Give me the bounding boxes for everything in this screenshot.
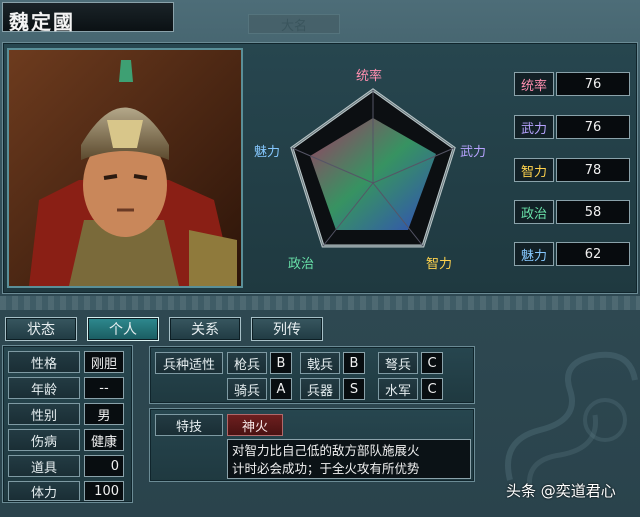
skill-description-line-1: 对智力比自己低的敌方部队施展火 — [232, 443, 420, 458]
general-name: 魏定國 — [9, 10, 75, 34]
portrait — [9, 50, 241, 286]
aptitude-grade-crossbow: C — [421, 352, 443, 374]
personal-label-personality: 性格 — [8, 351, 80, 373]
personal-label-age: 年龄 — [8, 377, 80, 399]
stat-value-intellect: 78 — [556, 158, 630, 182]
stat-value-command: 76 — [556, 72, 630, 96]
watermark: 头条 @奕道君心 — [506, 482, 616, 500]
aptitude-grade-spear: B — [270, 352, 292, 374]
personal-label-injury: 伤病 — [8, 429, 80, 451]
divider-band — [0, 296, 640, 310]
radar-chart: 统率 武力 智力 政治 魅力 — [248, 58, 510, 284]
personal-label-items: 道具 — [8, 455, 80, 477]
radar-label-force: 武力 — [460, 145, 486, 160]
aptitude-unit-navy: 水军 — [378, 378, 418, 400]
tab-relations[interactable]: 关系 — [169, 317, 241, 341]
name-plate: 魏定國 — [2, 2, 174, 34]
stat-label-politics: 政治 — [514, 200, 554, 224]
portrait-frame — [7, 48, 243, 288]
aptitude-grade-navy: C — [421, 378, 443, 400]
cloud-swirl-decoration — [505, 351, 638, 491]
aptitude-grade-cavalry: A — [270, 378, 292, 400]
tab-personal[interactable]: 个人 — [87, 317, 159, 341]
skill-label: 特技 — [155, 414, 223, 436]
radar-label-charm: 魅力 — [254, 145, 280, 160]
stat-value-politics: 58 — [556, 200, 630, 224]
personal-value-items: 0 — [84, 455, 124, 477]
tab-biography[interactable]: 列传 — [251, 317, 323, 341]
stat-value-charm: 62 — [556, 242, 630, 266]
radar-label-politics: 政治 — [288, 257, 314, 272]
tab-status[interactable]: 状态 — [5, 317, 77, 341]
stat-label-charm: 魅力 — [514, 242, 554, 266]
personal-value-injury: 健康 — [84, 429, 124, 451]
aptitude-unit-halberd: 戟兵 — [300, 352, 340, 374]
aptitude-grade-siege: S — [343, 378, 365, 400]
personal-value-personality: 刚胆 — [84, 351, 124, 373]
stat-label-command: 统率 — [514, 72, 554, 96]
stat-list: 统率 76 武力 76 智力 78 政治 58 魅力 62 — [514, 72, 632, 268]
aptitude-unit-siege: 兵器 — [300, 378, 340, 400]
radar-label-command: 统率 — [356, 68, 382, 84]
stat-label-force: 武力 — [514, 115, 554, 139]
aptitude-unit-crossbow: 弩兵 — [378, 352, 418, 374]
aptitude-unit-spear: 枪兵 — [227, 352, 267, 374]
personal-value-age: -- — [84, 377, 124, 399]
radar-label-intellect: 智力 — [426, 257, 452, 272]
stat-value-force: 76 — [556, 115, 630, 139]
personal-label-stamina: 体力 — [8, 481, 80, 501]
stat-label-intellect: 智力 — [514, 158, 554, 182]
skill-description: 对智力比自己低的敌方部队施展火 计时必会成功；于全火攻有所优势 — [227, 439, 471, 479]
aptitude-grade-halberd: B — [343, 352, 365, 374]
faint-location-label: 大名 — [248, 14, 340, 34]
skill-description-line-2: 计时必会成功；于全火攻有所优势 — [232, 461, 420, 476]
personal-value-gender: 男 — [84, 403, 124, 425]
personal-label-gender: 性别 — [8, 403, 80, 425]
personal-value-stamina: 100 — [84, 481, 124, 501]
skill-name: 神火 — [227, 414, 283, 436]
aptitude-header: 兵种适性 — [155, 352, 223, 374]
aptitude-unit-cavalry: 骑兵 — [227, 378, 267, 400]
